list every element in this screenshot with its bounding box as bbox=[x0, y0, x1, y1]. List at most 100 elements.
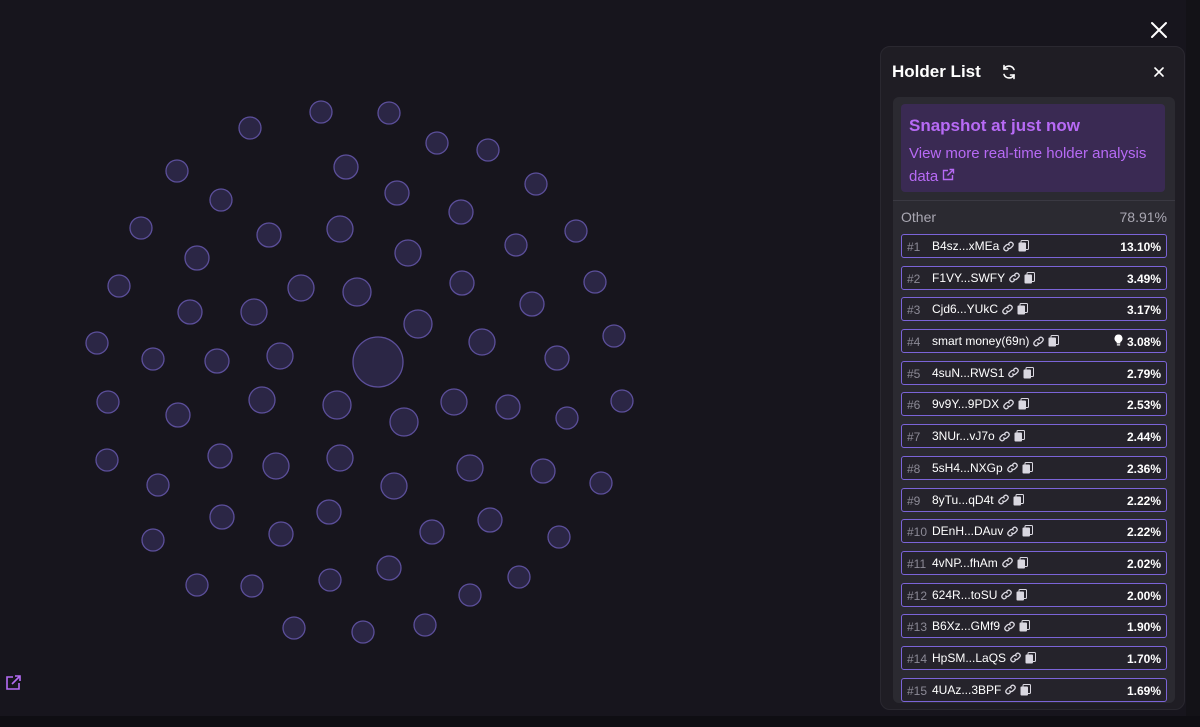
copy-icon[interactable] bbox=[1022, 461, 1033, 474]
holder-bubble[interactable] bbox=[342, 277, 372, 307]
holder-row[interactable]: #9 8yTu...qD4t 2.22% bbox=[901, 487, 1167, 512]
holder-bubble[interactable] bbox=[449, 270, 475, 296]
holder-bubble[interactable] bbox=[333, 154, 359, 180]
holder-address[interactable]: Cjd6...YUkC bbox=[932, 302, 998, 316]
holder-bubble[interactable] bbox=[266, 342, 294, 370]
holder-bubble[interactable] bbox=[380, 472, 408, 500]
holder-bubble[interactable] bbox=[389, 407, 419, 437]
holder-row[interactable]: #6 9v9Y...9PDX 2.53% bbox=[901, 392, 1167, 417]
holder-bubble[interactable] bbox=[376, 555, 402, 581]
holder-bubble[interactable] bbox=[394, 239, 422, 267]
holder-address[interactable]: 624R...toSU bbox=[932, 588, 997, 602]
holder-bubble[interactable] bbox=[555, 406, 579, 430]
copy-icon[interactable] bbox=[1023, 366, 1035, 379]
holder-bubble[interactable] bbox=[165, 402, 191, 428]
holder-bubble[interactable] bbox=[268, 521, 294, 547]
holder-address[interactable]: 5sH4...NXGp bbox=[932, 461, 1003, 475]
holder-row[interactable]: #1 B4sz...xMEa 13.10% bbox=[901, 234, 1167, 258]
copy-icon[interactable] bbox=[1022, 525, 1034, 537]
holder-address[interactable]: F1VY...SWFY bbox=[932, 271, 1005, 285]
copy-icon[interactable] bbox=[1020, 683, 1032, 696]
holder-bubble[interactable] bbox=[207, 443, 233, 469]
copy-icon[interactable] bbox=[1016, 588, 1028, 601]
external-link-icon[interactable] bbox=[941, 168, 955, 182]
holder-row[interactable]: #10 DEnH...DAuv 2.22% bbox=[901, 519, 1167, 544]
holder-bubble[interactable] bbox=[495, 394, 521, 420]
holder-bubble[interactable] bbox=[287, 274, 315, 302]
holder-row[interactable]: #14 HpSM...LaQS 1.70% bbox=[901, 645, 1167, 670]
holder-row[interactable]: #2 F1VY...SWFY 3.49% bbox=[901, 265, 1167, 290]
holder-bubble[interactable] bbox=[177, 299, 203, 325]
copy-icon[interactable] bbox=[1019, 620, 1031, 632]
holder-bubble[interactable] bbox=[547, 525, 571, 549]
close-icon[interactable] bbox=[1148, 19, 1170, 41]
external-link-icon[interactable] bbox=[4, 674, 22, 692]
holder-bubble[interactable] bbox=[564, 219, 588, 243]
holder-row[interactable]: #12 624R...toSU 2.00% bbox=[901, 582, 1167, 607]
holder-address[interactable]: DEnH...DAuv bbox=[932, 524, 1003, 538]
holder-bubble[interactable] bbox=[209, 504, 235, 530]
refresh-icon[interactable] bbox=[1000, 63, 1018, 81]
holder-bubble[interactable] bbox=[262, 452, 290, 480]
holder-bubble[interactable] bbox=[583, 270, 607, 294]
holder-row[interactable]: #5 4suN...RWS1 2.79% bbox=[901, 360, 1167, 385]
holder-bubble[interactable] bbox=[129, 216, 153, 240]
holder-bubble[interactable] bbox=[610, 389, 634, 413]
holder-bubble[interactable] bbox=[204, 348, 230, 374]
copy-icon[interactable] bbox=[1017, 556, 1028, 569]
holder-bubble[interactable] bbox=[419, 519, 445, 545]
holder-bubble[interactable] bbox=[141, 528, 165, 552]
holder-row[interactable]: #7 3NUr...vJ7o 2.44% bbox=[901, 424, 1167, 449]
holder-bubble[interactable] bbox=[326, 444, 354, 472]
link-icon[interactable] bbox=[997, 493, 1010, 506]
holder-bubble[interactable] bbox=[85, 331, 109, 355]
holder-address[interactable]: 3NUr...vJ7o bbox=[932, 429, 995, 443]
copy-icon[interactable] bbox=[1024, 271, 1036, 284]
holder-bubble[interactable] bbox=[351, 620, 375, 644]
link-icon[interactable] bbox=[998, 430, 1011, 443]
holder-row[interactable]: #15 4UAz...3BPF 1.69% bbox=[901, 677, 1167, 702]
holder-bubble[interactable] bbox=[238, 116, 262, 140]
holder-bubble[interactable] bbox=[413, 613, 437, 637]
holder-bubble[interactable] bbox=[468, 328, 496, 356]
holder-bubble[interactable] bbox=[377, 101, 401, 125]
holder-bubble[interactable] bbox=[209, 188, 233, 212]
holder-address[interactable]: 4vNP...fhAm bbox=[932, 556, 998, 570]
link-icon[interactable] bbox=[1003, 620, 1016, 633]
holder-row[interactable]: #13 B6Xz...GMf9 1.90% bbox=[901, 614, 1167, 639]
holder-bubble[interactable] bbox=[456, 454, 484, 482]
holder-bubble[interactable] bbox=[185, 573, 209, 597]
holder-address[interactable]: 4UAz...3BPF bbox=[932, 683, 1001, 697]
panel-close-icon[interactable] bbox=[1151, 64, 1167, 80]
holder-address[interactable]: 4suN...RWS1 bbox=[932, 366, 1004, 380]
copy-icon[interactable] bbox=[1013, 493, 1024, 506]
holder-bubble[interactable] bbox=[316, 499, 342, 525]
holder-address[interactable]: B4sz...xMEa bbox=[932, 239, 999, 253]
holder-bubble[interactable] bbox=[282, 616, 306, 640]
link-icon[interactable] bbox=[1001, 556, 1014, 569]
holder-bubble[interactable] bbox=[248, 386, 276, 414]
holder-bubble[interactable] bbox=[146, 473, 170, 497]
holder-bubble[interactable] bbox=[96, 390, 120, 414]
copy-icon[interactable] bbox=[1048, 335, 1060, 347]
holder-row[interactable]: #11 4vNP...fhAm 2.02% bbox=[901, 550, 1167, 575]
holder-bubble[interactable] bbox=[352, 336, 404, 388]
holder-bubble[interactable] bbox=[184, 245, 210, 271]
copy-icon[interactable] bbox=[1018, 240, 1030, 252]
holder-bubble[interactable] bbox=[589, 471, 613, 495]
holder-bubble[interactable] bbox=[95, 448, 119, 472]
link-icon[interactable] bbox=[1000, 588, 1013, 601]
holder-row[interactable]: #3 Cjd6...YUkC 3.17% bbox=[901, 297, 1167, 322]
holder-bubble[interactable] bbox=[425, 131, 449, 155]
holder-address[interactable]: smart money(69n) bbox=[932, 334, 1029, 348]
holder-bubble[interactable] bbox=[476, 138, 500, 162]
holder-address[interactable]: 9v9Y...9PDX bbox=[932, 397, 999, 411]
holder-bubble[interactable] bbox=[440, 388, 468, 416]
link-icon[interactable] bbox=[1001, 303, 1014, 316]
holder-bubble[interactable] bbox=[530, 458, 556, 484]
link-icon[interactable] bbox=[1009, 651, 1022, 664]
holder-bubble[interactable] bbox=[322, 390, 352, 420]
copy-icon[interactable] bbox=[1018, 398, 1030, 410]
link-icon[interactable] bbox=[1032, 335, 1045, 348]
link-icon[interactable] bbox=[1007, 366, 1020, 379]
